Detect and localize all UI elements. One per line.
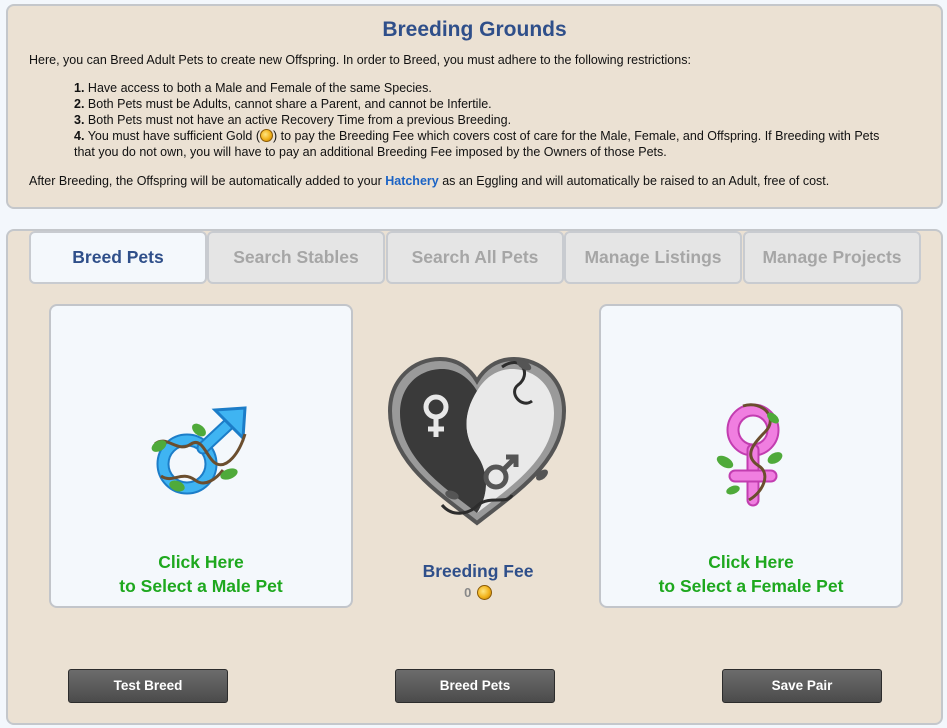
select-female-text: Click Here to Select a Female Pet <box>601 550 901 598</box>
rule-number: 1. <box>74 81 85 95</box>
tab-breed-pets[interactable]: Breed Pets <box>29 231 207 284</box>
gold-coin-icon <box>476 585 492 600</box>
breeding-panel: Breed Pets Search Stables Search All Pet… <box>6 229 943 725</box>
select-male-pet-card[interactable]: Click Here to Select a Male Pet <box>49 304 353 608</box>
rule-number: 4. <box>74 129 85 143</box>
rule-number: 2. <box>74 97 85 111</box>
rule-text: Both Pets must not have an active Recove… <box>87 113 512 127</box>
breeding-fee-label: Breeding Fee <box>422 561 534 581</box>
tab-manage-listings[interactable]: Manage Listings <box>564 231 742 284</box>
select-male-label: to Select a Male Pet <box>119 576 283 596</box>
after-text-start: After Breeding, the Offspring will be au… <box>29 174 386 188</box>
click-here-label: Click Here <box>158 552 244 572</box>
tab-search-all-pets[interactable]: Search All Pets <box>386 231 564 284</box>
page-title: Breeding Grounds <box>382 18 567 41</box>
after-breeding-text: After Breeding, the Offspring will be au… <box>29 174 829 188</box>
rules-list: 1. Have access to both a Male and Female… <box>74 80 894 160</box>
fee-amount: 0 <box>464 585 472 600</box>
rule-item: 1. Have access to both a Male and Female… <box>74 80 894 96</box>
click-here-label: Click Here <box>708 552 794 572</box>
rule-text: Both Pets must be Adults, cannot share a… <box>87 97 492 111</box>
breeding-fee-value: 0 <box>388 585 568 600</box>
rule-item: 4. You must have sufficient Gold () to p… <box>74 128 894 160</box>
select-male-text: Click Here to Select a Male Pet <box>51 550 351 598</box>
female-symbol-icon <box>716 403 783 507</box>
rule-text: Have access to both a Male and Female of… <box>87 81 432 95</box>
breed-pets-button[interactable]: Breed Pets <box>395 669 555 703</box>
intro-text: Here, you can Breed Adult Pets to create… <box>29 53 691 67</box>
male-symbol-icon <box>151 406 247 495</box>
tab-manage-projects[interactable]: Manage Projects <box>743 231 921 284</box>
tab-bar: Breed Pets Search Stables Search All Pet… <box>29 231 939 284</box>
after-text-end: as an Eggling and will automatically be … <box>438 174 830 188</box>
rule-number: 3. <box>74 113 85 127</box>
rule-item: 2. Both Pets must be Adults, cannot shar… <box>74 96 894 112</box>
test-breed-button[interactable]: Test Breed <box>68 669 228 703</box>
gold-coin-icon <box>260 129 274 142</box>
select-female-label: to Select a Female Pet <box>658 576 844 596</box>
yin-yang-heart-icon <box>387 356 567 526</box>
rule-item: 3. Both Pets must not have an active Rec… <box>74 112 894 128</box>
rule-text: You must have sufficient Gold ( <box>87 129 261 143</box>
tab-search-stables[interactable]: Search Stables <box>207 231 385 284</box>
info-panel: Breeding Grounds Here, you can Breed Adu… <box>6 4 943 209</box>
save-pair-button[interactable]: Save Pair <box>722 669 882 703</box>
hatchery-link[interactable]: Hatchery <box>385 174 439 188</box>
select-female-pet-card[interactable]: Click Here to Select a Female Pet <box>599 304 903 608</box>
